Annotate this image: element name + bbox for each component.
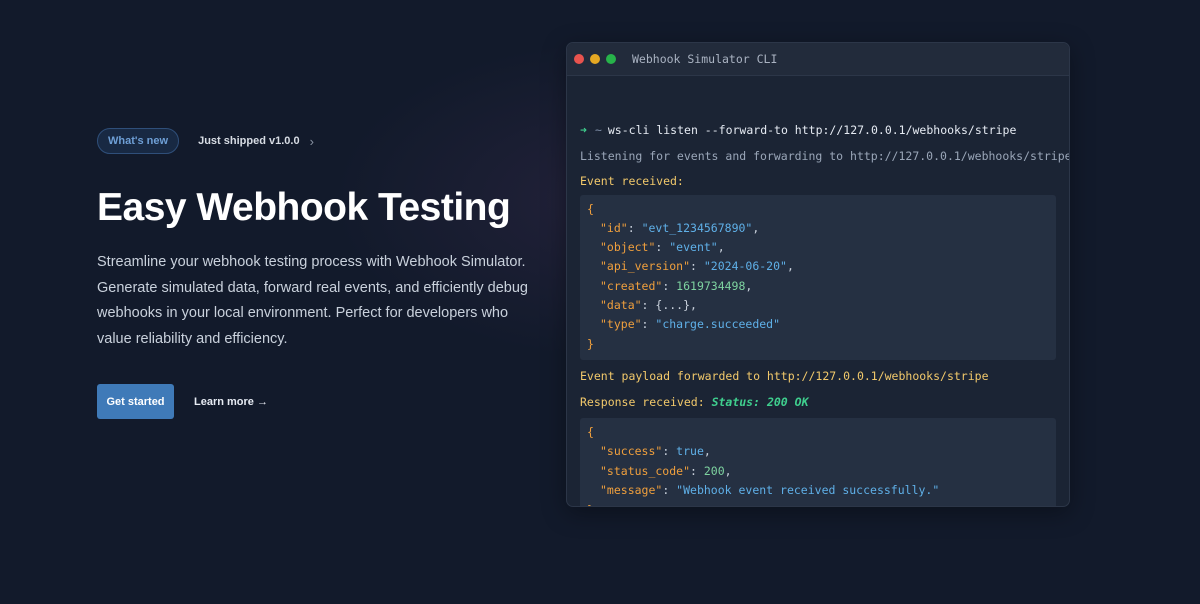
response-label: Response received: xyxy=(580,395,705,409)
terminal-title: Webhook Simulator CLI xyxy=(632,52,778,66)
prompt-arrow-icon: ➜ xyxy=(580,123,587,137)
command-text: ws-cli listen --forward-to http://127.0.… xyxy=(607,123,1017,137)
json-field: "message": "Webhook event received succe… xyxy=(600,483,940,497)
listening-message: Listening for events and forwarding to h… xyxy=(580,149,1070,163)
maximize-window-icon[interactable] xyxy=(606,54,616,64)
close-window-icon[interactable] xyxy=(574,54,584,64)
json-open-brace: { xyxy=(587,202,594,216)
response-line: Response received: Status: 200 OK xyxy=(580,395,809,409)
json-close-brace: } xyxy=(587,503,594,506)
json-open-brace: { xyxy=(587,425,594,439)
json-close-brace: } xyxy=(587,337,594,351)
get-started-button[interactable]: Get started xyxy=(97,384,174,419)
response-json-block: { "success": true, "status_code": 200, "… xyxy=(580,418,1056,506)
terminal-titlebar: Webhook Simulator CLI xyxy=(567,43,1069,76)
json-field: "type": "charge.succeeded" xyxy=(600,317,781,331)
command-line: ➜ ~ ws-cli listen --forward-to http://127.… xyxy=(580,123,1016,137)
response-status: Status: 200 OK xyxy=(711,395,809,409)
hero-description: Streamline your webhook testing process … xyxy=(97,254,528,347)
event-json-block: { "id": "evt_1234567890", "object": "eve… xyxy=(580,195,1056,360)
json-field: "object": "event", xyxy=(600,240,725,254)
json-field: "status_code": 200, xyxy=(600,464,732,478)
json-field: "id": "evt_1234567890", xyxy=(600,221,760,235)
json-field: "success": true, xyxy=(600,444,711,458)
json-field: "created": 1619734498, xyxy=(600,279,753,293)
learn-more-link[interactable]: Learn more → xyxy=(194,396,268,408)
json-field: "data": {...}, xyxy=(600,298,697,312)
forwarded-message: Event payload forwarded to http://127.0.… xyxy=(580,369,989,383)
chevron-right-icon: › xyxy=(309,133,314,149)
release-label: Just shipped v1.0.0 xyxy=(198,135,300,147)
event-received-label: Event received: xyxy=(580,174,684,188)
announcement-bar[interactable]: What's new Just shipped v1.0.0 › xyxy=(97,128,314,154)
minimize-window-icon[interactable] xyxy=(590,54,600,64)
release-link[interactable]: Just shipped v1.0.0 › xyxy=(198,134,314,149)
terminal-window: Webhook Simulator CLI ➜ ~ ws-cli listen --… xyxy=(566,42,1070,507)
prompt-directory: ~ xyxy=(594,123,602,137)
whats-new-badge[interactable]: What's new xyxy=(97,128,180,154)
json-field: "api_version": "2024-06-20", xyxy=(600,259,794,273)
page-title: Easy Webhook Testing xyxy=(97,186,511,229)
cta-row: Get started Learn more → xyxy=(97,384,268,419)
